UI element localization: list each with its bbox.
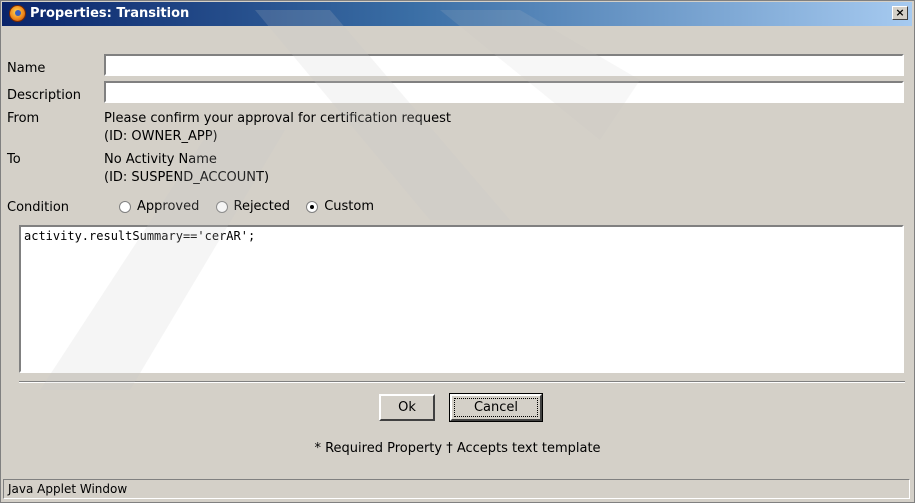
title-bar[interactable]: Properties: Transition × bbox=[2, 2, 912, 26]
to-activity-id: (ID: SUSPEND_ACCOUNT) bbox=[104, 170, 270, 185]
ok-button-label: Ok bbox=[398, 400, 416, 415]
radio-button-selected-icon bbox=[306, 200, 319, 213]
description-field[interactable] bbox=[104, 81, 904, 103]
condition-rejected-radio[interactable]: Rejected bbox=[215, 199, 291, 214]
dialog-title: Properties: Transition bbox=[30, 6, 190, 21]
to-activity-name: No Activity Name bbox=[104, 152, 217, 167]
condition-approved-radio[interactable]: Approved bbox=[119, 199, 199, 214]
radio-button-icon bbox=[119, 200, 131, 213]
from-label: From bbox=[7, 111, 40, 126]
from-activity-name: Please confirm your approval for certifi… bbox=[104, 111, 451, 126]
ok-button[interactable]: Ok bbox=[379, 394, 435, 421]
condition-custom-label: Custom bbox=[324, 199, 375, 214]
condition-custom-radio[interactable]: Custom bbox=[306, 199, 374, 214]
name-label: Name bbox=[7, 61, 46, 76]
name-field[interactable] bbox=[104, 54, 904, 76]
separator bbox=[19, 381, 905, 383]
cancel-button[interactable]: Cancel bbox=[449, 393, 543, 422]
condition-rejected-label: Rejected bbox=[233, 199, 291, 214]
condition-script-textarea[interactable]: activity.resultSummary=='cerAR'; bbox=[19, 225, 904, 373]
close-button[interactable]: × bbox=[892, 6, 908, 20]
cancel-button-label: Cancel bbox=[454, 398, 538, 417]
footer-note: * Required Property † Accepts text templ… bbox=[314, 441, 601, 456]
condition-approved-label: Approved bbox=[137, 199, 200, 214]
app-icon bbox=[9, 5, 26, 22]
condition-radio-group: Approved Rejected Custom bbox=[119, 199, 386, 217]
from-activity-id: (ID: OWNER_APP) bbox=[104, 129, 218, 144]
condition-label: Condition bbox=[7, 200, 70, 215]
to-label: To bbox=[7, 152, 21, 167]
description-label: Description bbox=[7, 88, 82, 103]
status-bar: Java Applet Window bbox=[3, 479, 910, 499]
properties-dialog: Properties: Transition × Name Descriptio… bbox=[0, 0, 915, 503]
radio-button-icon bbox=[215, 200, 228, 213]
